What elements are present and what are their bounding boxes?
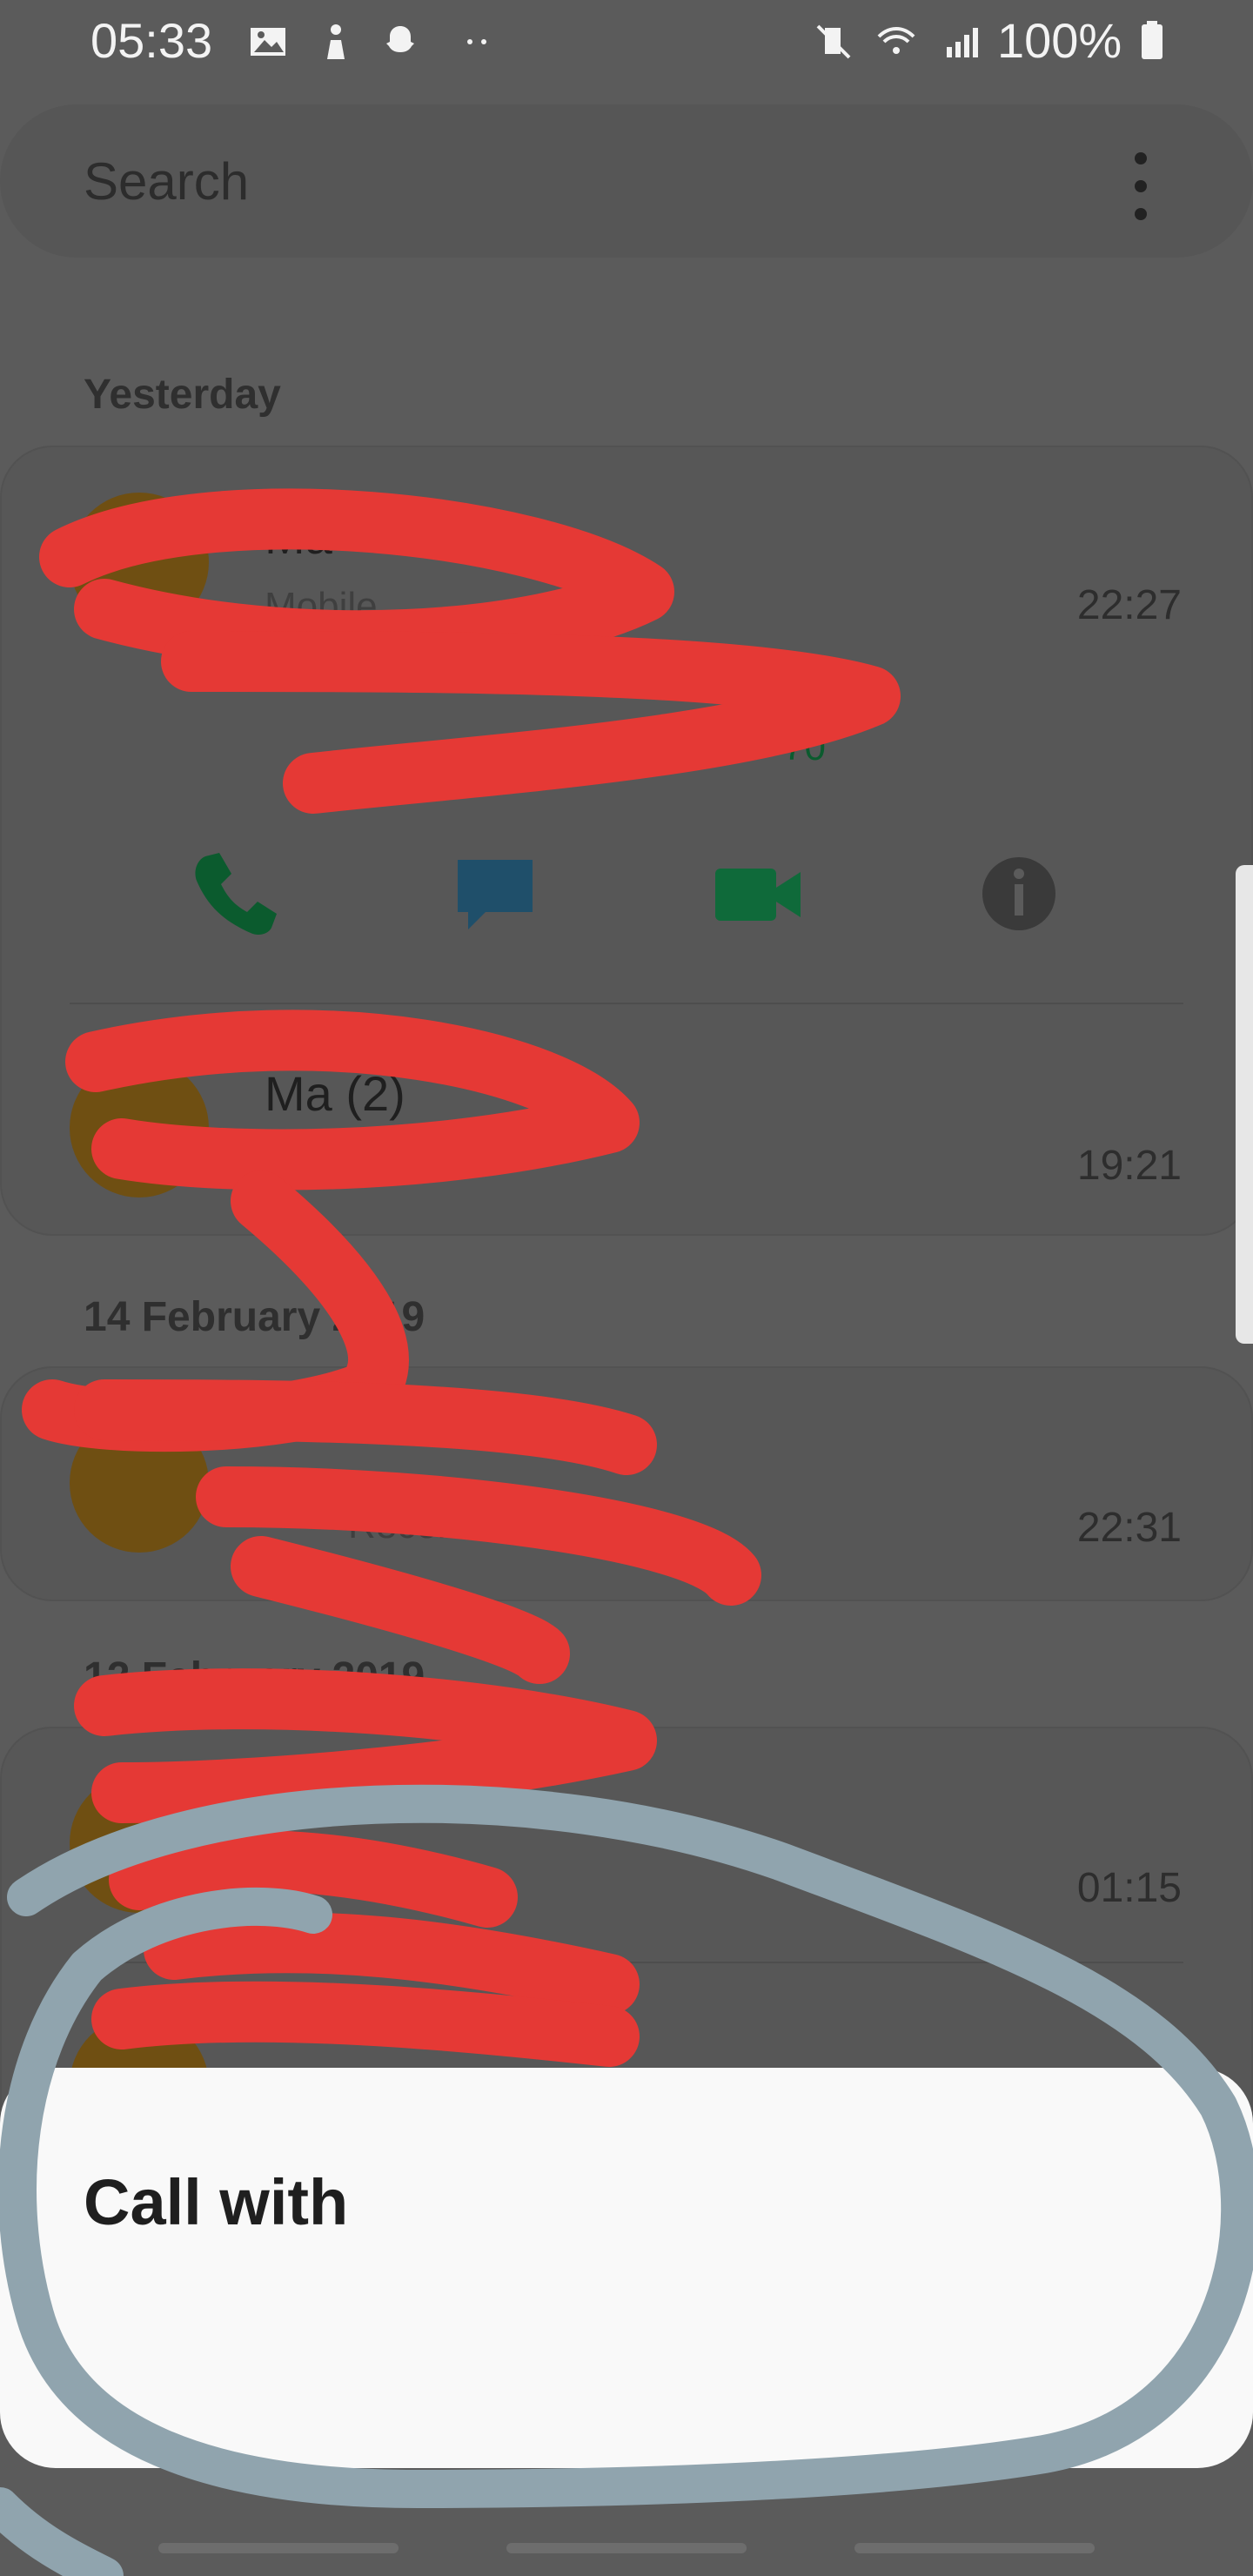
avatar [70, 1413, 209, 1553]
nav-pill-left[interactable] [158, 2543, 399, 2553]
kebab-icon[interactable] [1128, 150, 1154, 223]
wifi-icon [877, 27, 915, 54]
status-bar: 05:33 100% [0, 0, 1253, 87]
video-call-icon[interactable] [710, 846, 806, 942]
nav-pill-center[interactable] [506, 2543, 747, 2553]
call-time: 01:15 [1076, 1865, 1182, 1911]
status-time: 05:33 [90, 13, 213, 68]
battery-icon [1142, 21, 1163, 59]
section-12-february: 12 February 2019 [84, 1654, 425, 1701]
call-subtitle: Received [348, 1504, 508, 1546]
sheet-title: Call with [84, 2166, 349, 2238]
contact-name: Ma [265, 509, 332, 564]
snapchat-icon [386, 26, 414, 52]
contact-name: Ma (2) [265, 1066, 405, 1121]
call-time: 22:27 [1076, 582, 1182, 628]
section-14-february: 14 February 2019 [84, 1294, 425, 1340]
avatar [70, 1058, 209, 1197]
person-icon [327, 24, 345, 59]
more-icon [467, 39, 486, 44]
signal-icon [947, 28, 978, 57]
info-icon[interactable] [971, 846, 1067, 942]
phone-icon[interactable] [186, 846, 282, 942]
call-subtitle: Mobile [265, 585, 378, 627]
avatar [70, 493, 209, 632]
scrollbar-handle[interactable] [1236, 865, 1253, 1344]
message-icon[interactable] [447, 846, 543, 942]
nav-pill-right[interactable] [854, 2543, 1095, 2553]
section-yesterday: Yesterday [84, 372, 281, 418]
card-divider [70, 1003, 1183, 1004]
call-number-tail: 70 [783, 726, 826, 768]
battery-percent: 100% [997, 13, 1122, 68]
mute-icon [816, 24, 851, 59]
search-placeholder: Search [84, 152, 250, 211]
image-icon [251, 28, 285, 56]
card-divider [70, 1962, 1183, 1963]
avatar [70, 1774, 209, 1913]
call-with-sheet [0, 2068, 1253, 2468]
call-time: 22:31 [1076, 1505, 1182, 1551]
call-time: 19:21 [1076, 1143, 1182, 1189]
